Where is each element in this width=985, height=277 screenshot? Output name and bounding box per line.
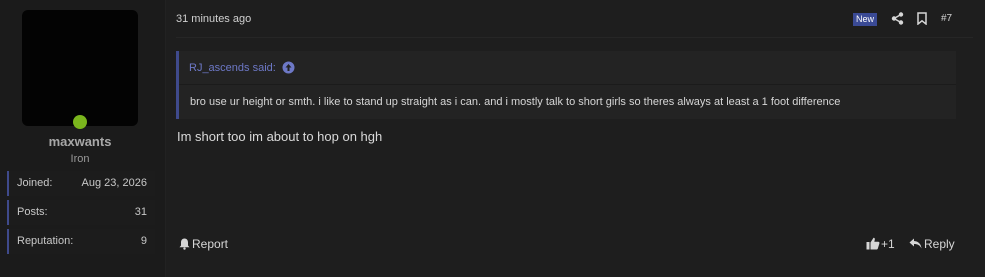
avatar[interactable] xyxy=(22,10,138,126)
user-info-panel: maxwants Iron Joined: Aug 23, 2026 Posts… xyxy=(0,0,166,277)
stat-label: Joined: xyxy=(17,177,53,189)
stat-joined: Joined: Aug 23, 2026 xyxy=(7,171,155,196)
post-message: Im short too im about to hop on hgh xyxy=(177,129,383,144)
thumbs-up-icon xyxy=(866,237,880,250)
arrow-up-circle-icon[interactable] xyxy=(282,61,295,74)
username[interactable]: maxwants xyxy=(0,134,160,149)
share-icon[interactable] xyxy=(891,12,904,25)
stat-label: Reputation: xyxy=(17,235,74,247)
quote-header: RJ_ascends said: xyxy=(179,51,956,85)
bookmark-icon[interactable] xyxy=(916,12,928,25)
reply-label: Reply xyxy=(924,237,955,251)
quote-author-link[interactable]: RJ_ascends said: xyxy=(189,62,276,74)
post-number-link[interactable]: #7 xyxy=(941,13,952,24)
reply-arrow-icon xyxy=(909,238,922,249)
stat-value: Aug 23, 2026 xyxy=(81,177,147,189)
post-main: 31 minutes ago New #7 RJ_ascends said: b… xyxy=(166,0,985,277)
stat-value: 9 xyxy=(140,235,147,247)
stat-label: Posts: xyxy=(17,206,48,218)
quote-block: RJ_ascends said: bro use ur height or sm… xyxy=(176,51,956,119)
stat-reputation: Reputation: 9 xyxy=(7,229,155,254)
user-title: Iron xyxy=(70,153,90,165)
header-divider xyxy=(176,37,973,38)
forum-post: maxwants Iron Joined: Aug 23, 2026 Posts… xyxy=(0,0,985,277)
post-timestamp[interactable]: 31 minutes ago xyxy=(176,13,251,25)
report-label: Report xyxy=(192,237,229,251)
quote-text: bro use ur height or smth. i like to sta… xyxy=(190,96,841,108)
new-badge: New xyxy=(853,13,878,26)
stat-posts: Posts: 31 xyxy=(7,200,155,225)
like-count: +1 xyxy=(881,237,895,251)
bell-icon xyxy=(179,238,190,250)
online-status-indicator xyxy=(73,115,87,129)
stat-value: 31 xyxy=(134,206,147,218)
